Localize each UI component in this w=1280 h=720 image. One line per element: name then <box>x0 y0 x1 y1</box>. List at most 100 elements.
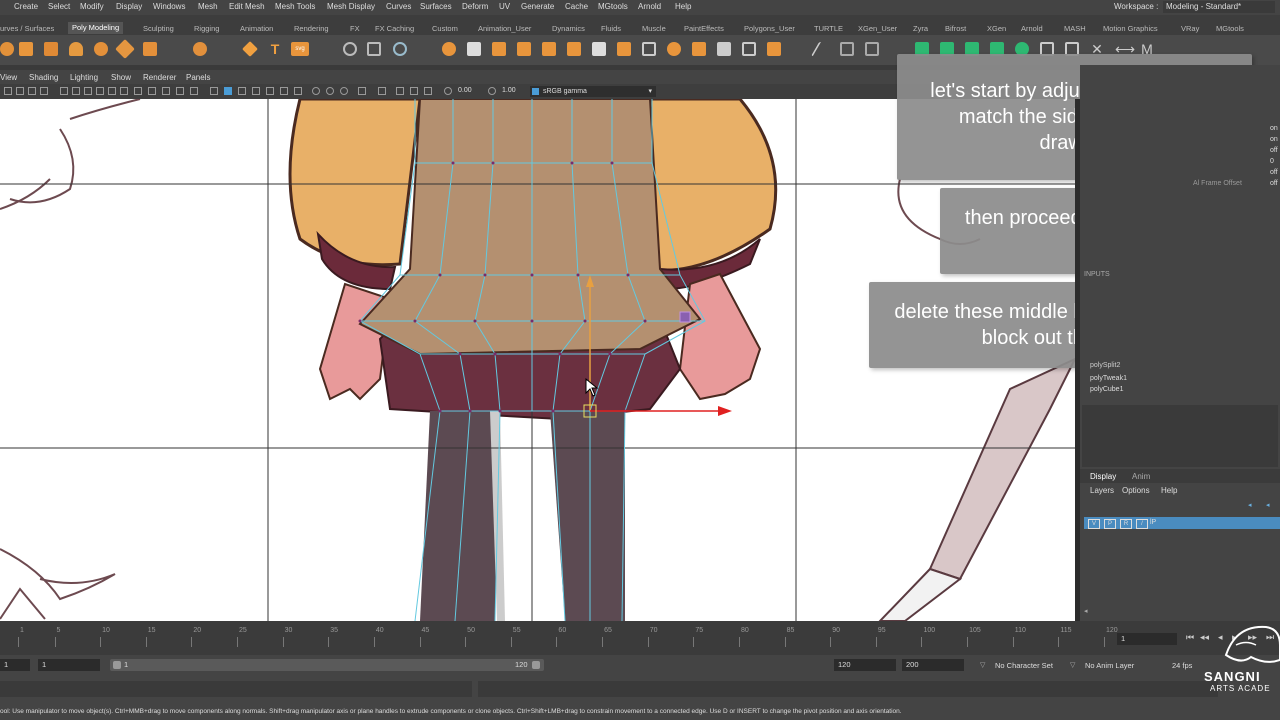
bookmark-icon[interactable] <box>28 87 36 95</box>
input-polytweak[interactable]: polyTweak1 <box>1090 375 1127 382</box>
menu-modify[interactable]: Modify <box>80 2 104 11</box>
poly-cylinder-icon[interactable] <box>44 42 58 56</box>
image-plane-icon[interactable] <box>40 87 48 95</box>
mirror-icon[interactable] <box>617 42 631 56</box>
tab-xgen-user[interactable]: XGen_User <box>858 24 897 33</box>
tab-rigging[interactable]: Rigging <box>194 24 219 33</box>
scroll-left-icon[interactable]: ◂ <box>1084 607 1088 615</box>
panel-menu-shading[interactable]: Shading <box>29 73 58 82</box>
playback-end-field[interactable]: 120 <box>834 659 896 671</box>
tab-motion-graphics[interactable]: Motion Graphics <box>1103 24 1158 33</box>
go-to-start-icon[interactable]: ⏮ <box>1186 632 1194 643</box>
xray-active-icon[interactable] <box>358 87 366 95</box>
textured-icon[interactable] <box>210 87 218 95</box>
exposure-dial-icon[interactable] <box>444 87 452 95</box>
menu-display[interactable]: Display <box>116 2 142 11</box>
layers-menu[interactable]: Layers <box>1090 486 1114 495</box>
menu-arnold[interactable]: Arnold <box>638 2 661 11</box>
color-space-dropdown[interactable]: sRGB gamma ▾ <box>530 86 656 97</box>
unfold-icon[interactable] <box>767 42 781 56</box>
film-gate-icon[interactable] <box>72 87 80 95</box>
depth-of-field-icon[interactable] <box>312 87 320 95</box>
time-slider[interactable]: 1 5 10 15 20 25 30 35 40 45 50 55 60 65 70 75 80 85 90 95 10… <box>0 621 1280 655</box>
anim-layer-dropdown[interactable]: No Anim Layer <box>1085 661 1134 670</box>
tab-vray[interactable]: VRay <box>1181 24 1199 33</box>
range-slider-bar[interactable]: 1 120 <box>110 659 544 671</box>
isolate-select-icon[interactable] <box>326 87 334 95</box>
tab-animation[interactable]: Animation <box>240 24 273 33</box>
input-polysplit[interactable]: polySplit2 <box>1090 362 1120 369</box>
tab-polygons-user[interactable]: Polygons_User <box>744 24 795 33</box>
anim-end-field[interactable]: 200 <box>902 659 964 671</box>
smooth-shade-icon[interactable] <box>162 87 170 95</box>
use-all-lights-icon[interactable] <box>238 87 246 95</box>
panel-menu-show[interactable]: Show <box>111 73 131 82</box>
anti-aliasing-icon[interactable] <box>294 87 302 95</box>
exposure-value[interactable]: 0.00 <box>458 87 472 94</box>
menu-cache[interactable]: Cache <box>565 2 588 11</box>
tab-zyra[interactable]: Zyra <box>913 24 928 33</box>
target-weld-icon[interactable] <box>592 42 606 56</box>
wireframe-icon[interactable] <box>148 87 156 95</box>
gamma-value[interactable]: 1.00 <box>502 87 516 94</box>
tab-arnold[interactable]: Arnold <box>1021 24 1043 33</box>
menu-help[interactable]: Help <box>675 2 691 11</box>
menu-mesh-display[interactable]: Mesh Display <box>327 2 375 11</box>
multi-cut-icon[interactable] <box>567 42 581 56</box>
timeline-track[interactable] <box>0 621 1110 655</box>
range-start-handle[interactable] <box>113 661 121 669</box>
tab-painteffects[interactable]: PaintEffects <box>684 24 724 33</box>
shadows-icon[interactable] <box>252 87 260 95</box>
layer-reference-toggle[interactable]: R <box>1120 519 1132 529</box>
menu-uv[interactable]: UV <box>499 2 510 11</box>
shaded-wire-icon[interactable] <box>190 87 198 95</box>
menu-windows[interactable]: Windows <box>153 2 185 11</box>
field-chart-icon[interactable] <box>108 87 116 95</box>
combine-icon[interactable] <box>343 42 357 56</box>
gamma-icon[interactable] <box>424 87 432 95</box>
bevel-icon[interactable] <box>492 42 506 56</box>
poly-sphere-icon[interactable] <box>0 42 14 56</box>
options-menu[interactable]: Options <box>1122 486 1150 495</box>
fps-dropdown[interactable]: 24 fps <box>1172 661 1192 670</box>
separate-icon[interactable] <box>367 42 381 56</box>
layer-color-icon[interactable]: / <box>1136 519 1148 529</box>
sew-uv-icon[interactable] <box>742 42 756 56</box>
playback-start-field[interactable]: 1 <box>38 659 100 671</box>
svg-tool-icon[interactable]: svg <box>291 42 309 56</box>
append-icon[interactable] <box>517 42 531 56</box>
poly-cone-icon[interactable] <box>69 42 83 56</box>
bridge-icon[interactable] <box>467 42 481 56</box>
menu-select[interactable]: Select <box>48 2 70 11</box>
tab-bifrost[interactable]: Bifrost <box>945 24 966 33</box>
motion-blur-icon[interactable] <box>280 87 288 95</box>
help-menu[interactable]: Help <box>1161 486 1177 495</box>
input-polycube[interactable]: polyCube1 <box>1090 386 1123 393</box>
command-line[interactable] <box>0 681 472 697</box>
tab-curves-surfaces[interactable]: urves / Surfaces <box>0 24 54 33</box>
xray-icon[interactable] <box>224 87 232 95</box>
menu-generate[interactable]: Generate <box>521 2 554 11</box>
workspace-dropdown[interactable]: Modeling - Standard* <box>1163 1 1275 13</box>
layer-playback-toggle[interactable]: P <box>1104 519 1116 529</box>
move-layer-up-icon[interactable]: ◂ <box>1248 501 1252 509</box>
character-set-icon[interactable]: ▽ <box>980 661 985 669</box>
super-shape-icon[interactable] <box>242 41 258 57</box>
tab-muscle[interactable]: Muscle <box>642 24 666 33</box>
soft-select-icon[interactable] <box>810 42 834 56</box>
tab-xgen[interactable]: XGen <box>987 24 1006 33</box>
panel-menu-panels[interactable]: Panels <box>186 73 210 82</box>
uv-editor-icon[interactable] <box>667 42 681 56</box>
poly-plane-icon[interactable] <box>115 39 135 59</box>
panel-menu-lighting[interactable]: Lighting <box>70 73 98 82</box>
anim-start-field[interactable]: 1 <box>0 659 30 671</box>
menu-create[interactable]: Create <box>14 2 38 11</box>
menu-mesh[interactable]: Mesh <box>198 2 218 11</box>
hud-icon[interactable] <box>378 87 386 95</box>
tab-fx[interactable]: FX <box>350 24 360 33</box>
text-tool-icon[interactable]: T <box>268 42 282 56</box>
tab-turtle[interactable]: TURTLE <box>814 24 843 33</box>
smooth-icon[interactable] <box>393 42 407 56</box>
gate-mask-icon[interactable] <box>96 87 104 95</box>
color-management-icon[interactable] <box>532 88 539 95</box>
